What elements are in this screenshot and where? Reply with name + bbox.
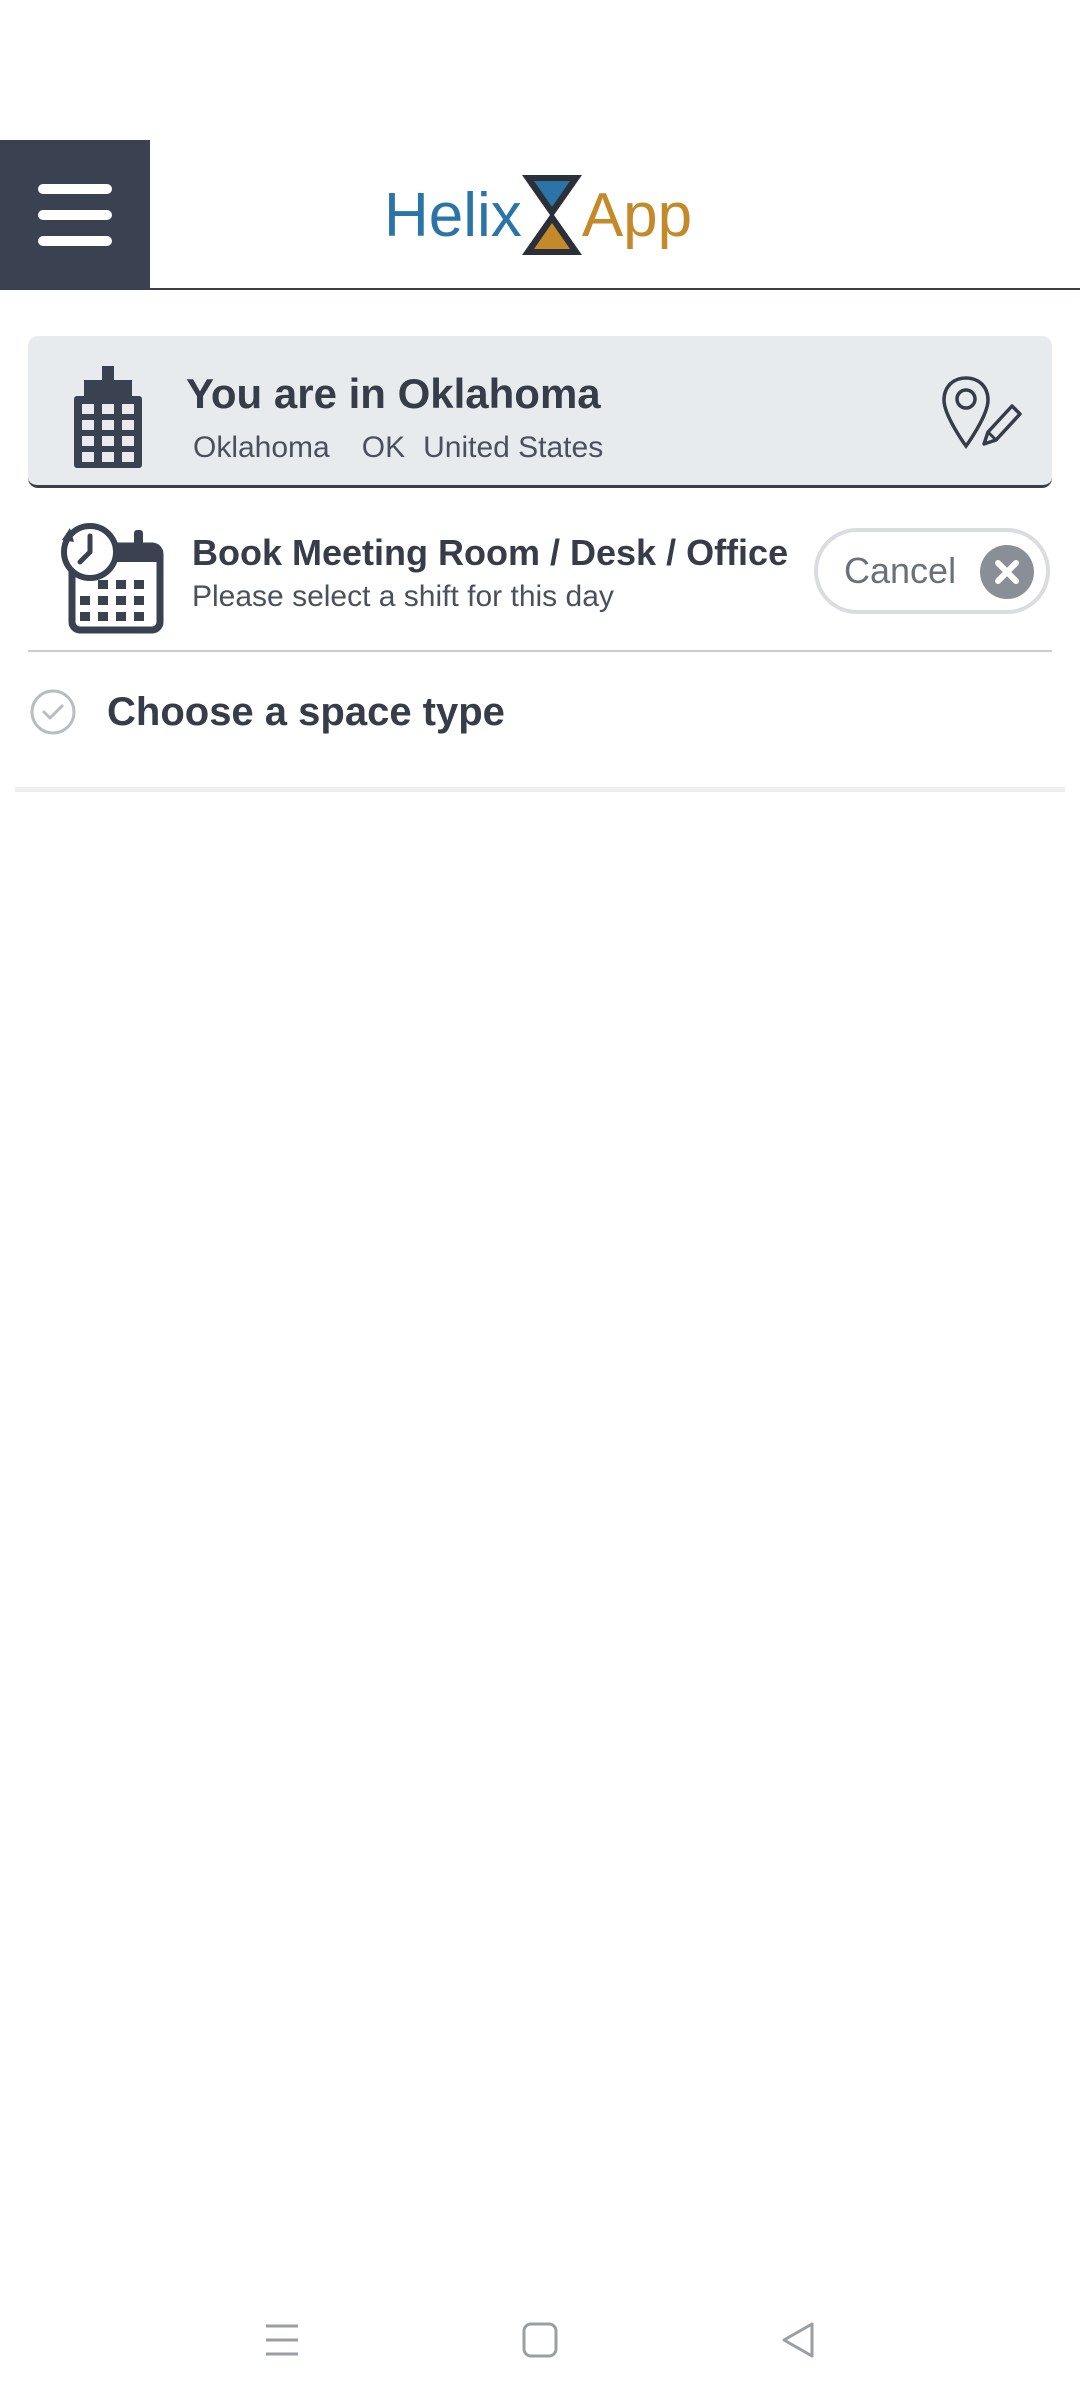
- calendar-clock-icon: [61, 523, 164, 634]
- booking-title: Book Meeting Room / Desk / Office: [192, 532, 789, 573]
- space-type-label: Choose a space type: [107, 690, 505, 734]
- menu-icon-bar: [38, 210, 112, 220]
- logo-text-helix: Helix: [384, 180, 522, 250]
- system-nav-bar: [0, 2280, 1080, 2400]
- booking-subtitle: Please select a shift for this day: [192, 580, 614, 613]
- location-edit-icon[interactable]: [940, 374, 1024, 454]
- app-logo: Helix App: [384, 170, 692, 260]
- location-country: United States: [423, 431, 604, 464]
- nav-back-button[interactable]: [768, 2310, 828, 2370]
- location-title: You are in Oklahoma: [186, 370, 601, 417]
- building-icon: [74, 366, 142, 468]
- location-details: Oklahoma OK United States: [193, 431, 603, 465]
- nav-recents-icon: [266, 2324, 298, 2356]
- nav-home-icon: [522, 2322, 558, 2358]
- location-state: OK: [361, 431, 406, 464]
- hourglass-logo-icon: [521, 175, 582, 255]
- location-card: You are in Oklahoma Oklahoma OK United S…: [28, 336, 1052, 488]
- menu-icon-bar: [38, 236, 112, 246]
- nav-back-icon: [782, 2322, 814, 2358]
- logo-text-app: App: [581, 180, 693, 250]
- menu-button[interactable]: [0, 140, 150, 290]
- booking-row: Book Meeting Room / Desk / Office Please…: [28, 510, 1052, 652]
- space-type-selector[interactable]: Choose a space type: [15, 660, 1065, 792]
- app-header: Helix App: [0, 140, 1080, 290]
- nav-home-button[interactable]: [510, 2310, 570, 2370]
- cancel-button[interactable]: Cancel: [814, 528, 1050, 614]
- nav-recents-button[interactable]: [252, 2310, 312, 2370]
- cancel-label: Cancel: [844, 550, 957, 591]
- location-city: Oklahoma: [193, 431, 330, 464]
- menu-icon-bar: [38, 184, 112, 194]
- check-circle-icon: [30, 689, 76, 735]
- close-icon: [980, 545, 1034, 599]
